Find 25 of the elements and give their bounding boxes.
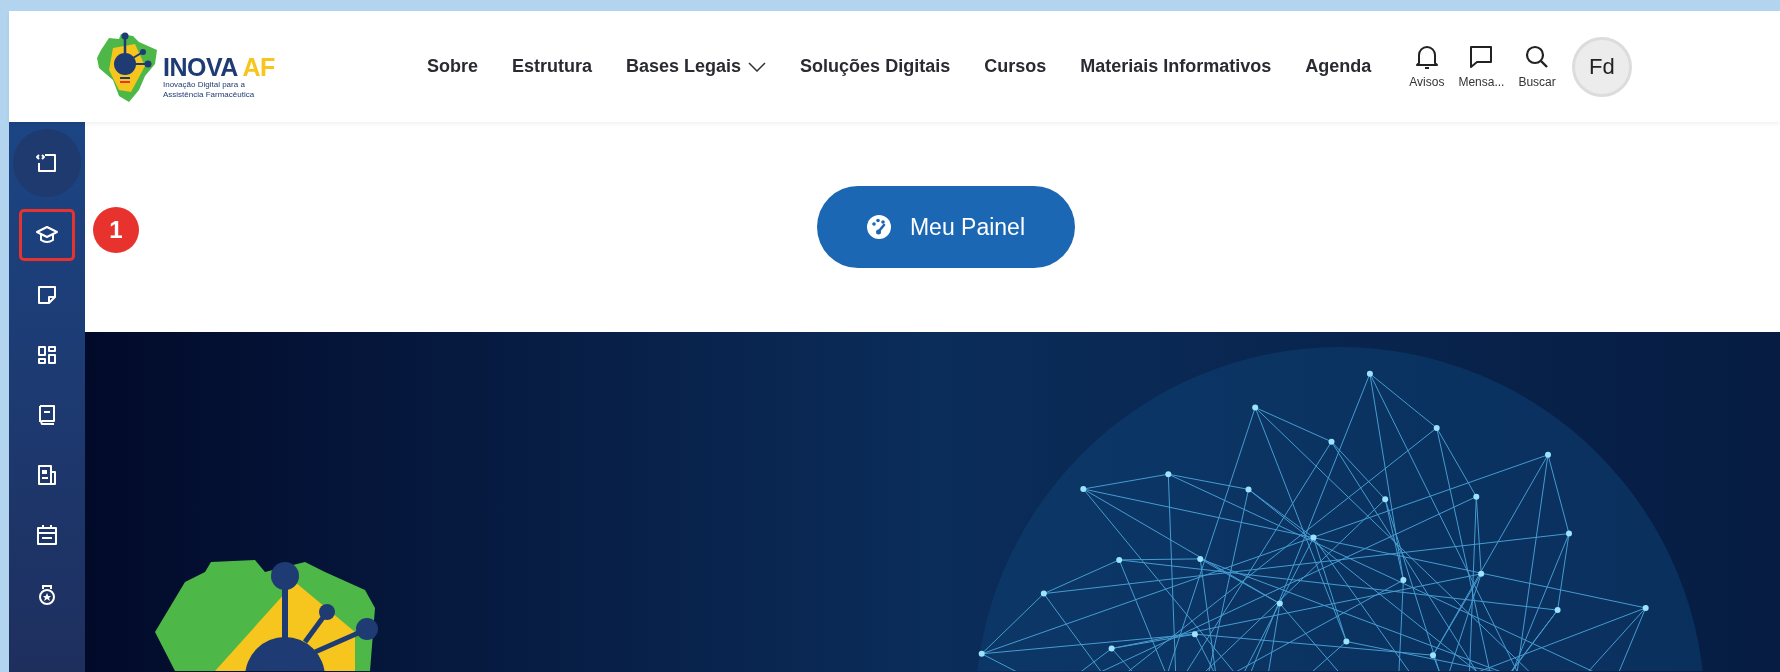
nav-link[interactable]: Agenda [1305,56,1372,77]
header-action-button[interactable]: Mensa... [1454,44,1509,89]
step-number-badge: 1 [93,207,139,253]
calendar-icon [35,523,59,547]
nav-link[interactable]: Materiais Informativos [1080,56,1272,77]
newspaper-icon [35,463,59,487]
my-panel-button[interactable]: Meu Painel [816,186,1075,268]
header-action-button[interactable]: Buscar [1514,44,1560,89]
bell-icon [1413,44,1440,70]
logo-wordmark: INOVA AF [163,53,275,80]
user-avatar[interactable]: Fd [1571,36,1632,97]
sticky-note-icon [35,283,59,307]
logo-tagline: Inovação Digital para a Assistência Farmacêutica [163,79,256,100]
sidebar-button[interactable] [19,209,75,261]
nav-link[interactable]: Cursos [984,56,1047,77]
sidebar-toggle-icon [35,151,59,175]
nav-link[interactable]: Bases Legais [626,56,767,77]
header-action-button[interactable]: Avisos [1405,44,1449,89]
nav-link[interactable]: Soluções Digitais [800,56,951,77]
nav-link[interactable]: Estrutura [512,56,593,77]
chevron-down-icon [748,61,767,72]
chat-bubble-icon [1468,44,1495,70]
nav-link[interactable]: Sobre [427,56,478,77]
gauge-icon [865,214,892,240]
dashboard-grid-icon [35,343,59,367]
